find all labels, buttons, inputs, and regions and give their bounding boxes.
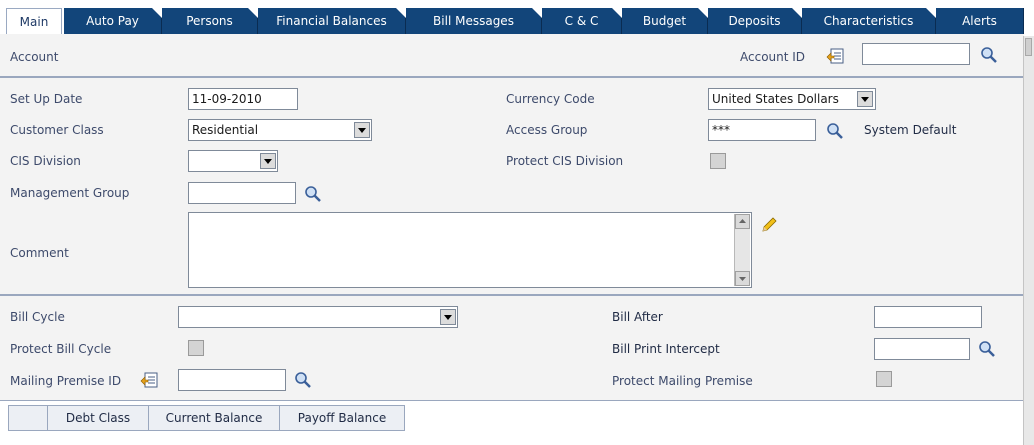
tab-c-and-c[interactable]: C & C	[542, 8, 622, 34]
setup-date-label: Set Up Date	[10, 92, 83, 106]
account-id-label: Account ID	[740, 50, 806, 64]
pencil-icon[interactable]	[760, 216, 778, 234]
tab-label: Alerts	[962, 14, 997, 28]
currency-code-select[interactable]: United States Dollars	[708, 88, 876, 110]
cis-division-label: CIS Division	[10, 154, 81, 168]
bill-cycle-select[interactable]	[178, 306, 458, 328]
billing-panel: Bill Cycle Bill After Protect Bill Cycle…	[0, 296, 1024, 400]
bill-print-intercept-label: Bill Print Intercept	[612, 342, 720, 356]
bill-cycle-label: Bill Cycle	[10, 310, 65, 324]
management-group-label: Management Group	[10, 186, 130, 200]
tab-label: Bill Messages	[433, 14, 514, 28]
access-group-label: Access Group	[506, 123, 588, 137]
tab-characteristics[interactable]: Characteristics	[802, 8, 936, 34]
grid-row-header	[8, 405, 48, 431]
section-label: Account	[10, 50, 59, 64]
tab-budget[interactable]: Budget	[622, 8, 708, 34]
bill-after-input[interactable]	[874, 306, 982, 328]
tab-persons[interactable]: Persons	[162, 8, 258, 34]
dropdown-arrow-icon[interactable]	[440, 309, 456, 325]
page-scrollbar[interactable]	[1023, 36, 1034, 445]
customer-class-select[interactable]: Residential	[188, 119, 372, 141]
setup-date-input[interactable]: 11-09-2010	[188, 88, 298, 110]
tab-strip: Main Auto Pay Persons Financial Balances…	[0, 0, 1024, 35]
account-header-panel: Account Account ID	[0, 34, 1024, 76]
search-icon[interactable]	[294, 371, 312, 389]
mailing-premise-id-input[interactable]	[178, 369, 286, 391]
protect-mailing-premise-checkbox[interactable]	[876, 371, 892, 387]
scroll-up-icon[interactable]	[735, 214, 750, 229]
tab-label: Auto Pay	[86, 14, 139, 28]
access-group-description: System Default	[864, 123, 957, 137]
search-icon[interactable]	[826, 122, 844, 140]
comment-label: Comment	[10, 246, 69, 260]
tab-label: Characteristics	[823, 14, 914, 28]
protect-bill-cycle-label: Protect Bill Cycle	[10, 342, 112, 356]
access-group-input[interactable]: ***	[708, 119, 816, 141]
mailing-premise-id-label: Mailing Premise ID	[10, 374, 122, 388]
grid-column-header[interactable]: Debt Class	[47, 405, 149, 431]
search-icon[interactable]	[304, 185, 322, 203]
tab-label: Budget	[642, 14, 687, 28]
main-panel: Set Up Date 11-09-2010 Currency Code Uni…	[0, 78, 1024, 294]
scroll-down-icon[interactable]	[735, 271, 750, 286]
comment-textarea[interactable]	[188, 212, 752, 288]
tab-main[interactable]: Main	[6, 8, 62, 35]
tab-bill-messages[interactable]: Bill Messages	[406, 8, 542, 34]
tab-financial-balances[interactable]: Financial Balances	[258, 8, 406, 34]
management-group-input[interactable]	[188, 182, 296, 204]
account-id-input[interactable]	[862, 43, 970, 65]
currency-code-label: Currency Code	[506, 92, 595, 106]
protect-cis-division-checkbox[interactable]	[710, 153, 726, 169]
dropdown-arrow-icon[interactable]	[857, 91, 873, 107]
grid-column-header[interactable]: Current Balance	[148, 405, 280, 431]
bill-after-label: Bill After	[612, 310, 663, 324]
protect-cis-division-label: Protect CIS Division	[506, 154, 624, 168]
search-icon[interactable]	[980, 46, 998, 64]
tab-label: Deposits	[728, 14, 781, 28]
tab-alerts[interactable]: Alerts	[936, 8, 1024, 34]
tab-label: Persons	[186, 14, 233, 28]
search-icon[interactable]	[978, 340, 996, 358]
protect-mailing-premise-label: Protect Mailing Premise	[612, 374, 753, 388]
grid-column-header[interactable]: Payoff Balance	[279, 405, 405, 431]
dropdown-arrow-icon[interactable]	[354, 122, 370, 138]
tab-auto-pay[interactable]: Auto Pay	[64, 8, 162, 34]
context-menu-icon[interactable]	[140, 372, 158, 388]
dropdown-arrow-icon[interactable]	[260, 153, 276, 169]
tab-label: Financial Balances	[276, 14, 387, 28]
tab-label: Main	[19, 15, 49, 29]
tab-deposits[interactable]: Deposits	[708, 8, 802, 34]
comment-scrollbar[interactable]	[734, 214, 750, 286]
tab-label: C & C	[564, 14, 599, 28]
protect-bill-cycle-checkbox[interactable]	[188, 340, 204, 356]
context-menu-icon[interactable]	[826, 48, 844, 64]
scrollbar-thumb[interactable]	[1025, 38, 1032, 56]
customer-class-label: Customer Class	[10, 123, 104, 137]
bill-print-intercept-input[interactable]	[874, 338, 970, 360]
